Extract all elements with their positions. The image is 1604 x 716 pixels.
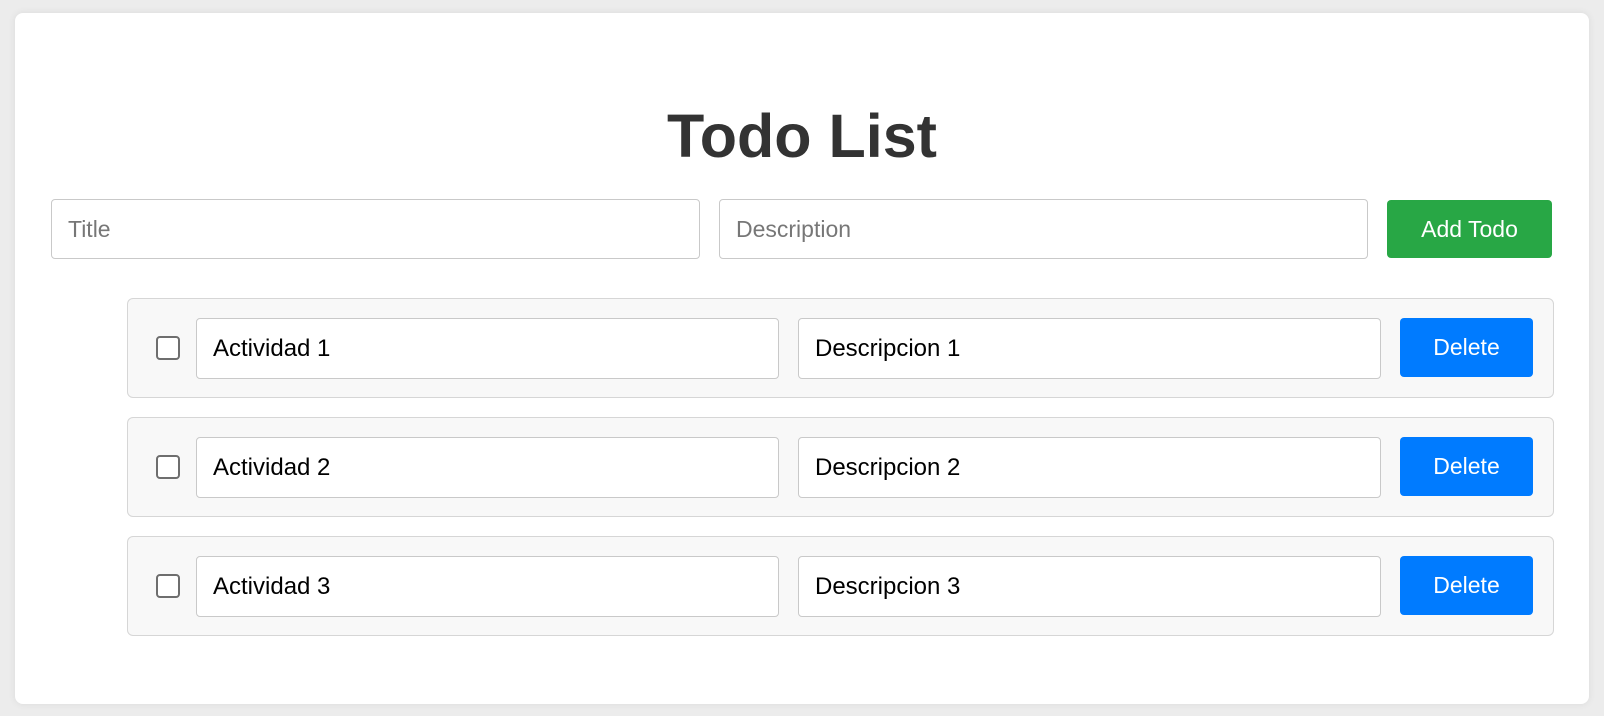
todo-title-input[interactable] [196,318,779,379]
add-todo-form: Add Todo [51,199,1553,259]
todo-description-input[interactable] [798,556,1381,617]
todo-checkbox[interactable] [156,574,180,598]
delete-button[interactable]: Delete [1400,556,1533,615]
todo-item: Delete [127,298,1554,398]
todo-title-input[interactable] [196,556,779,617]
todo-description-input[interactable] [798,318,1381,379]
todo-checkbox[interactable] [156,455,180,479]
title-input[interactable] [51,199,700,259]
page-title: Todo List [667,102,937,170]
delete-button[interactable]: Delete [1400,437,1533,496]
todo-card: Todo List Add Todo Delete Delete Delete [15,13,1589,704]
todo-description-input[interactable] [798,437,1381,498]
add-todo-button[interactable]: Add Todo [1387,200,1552,258]
todo-item: Delete [127,417,1554,517]
todo-checkbox[interactable] [156,336,180,360]
description-input[interactable] [719,199,1368,259]
delete-button[interactable]: Delete [1400,318,1533,377]
todo-item: Delete [127,536,1554,636]
todo-list: Delete Delete Delete [127,298,1554,655]
todo-title-input[interactable] [196,437,779,498]
